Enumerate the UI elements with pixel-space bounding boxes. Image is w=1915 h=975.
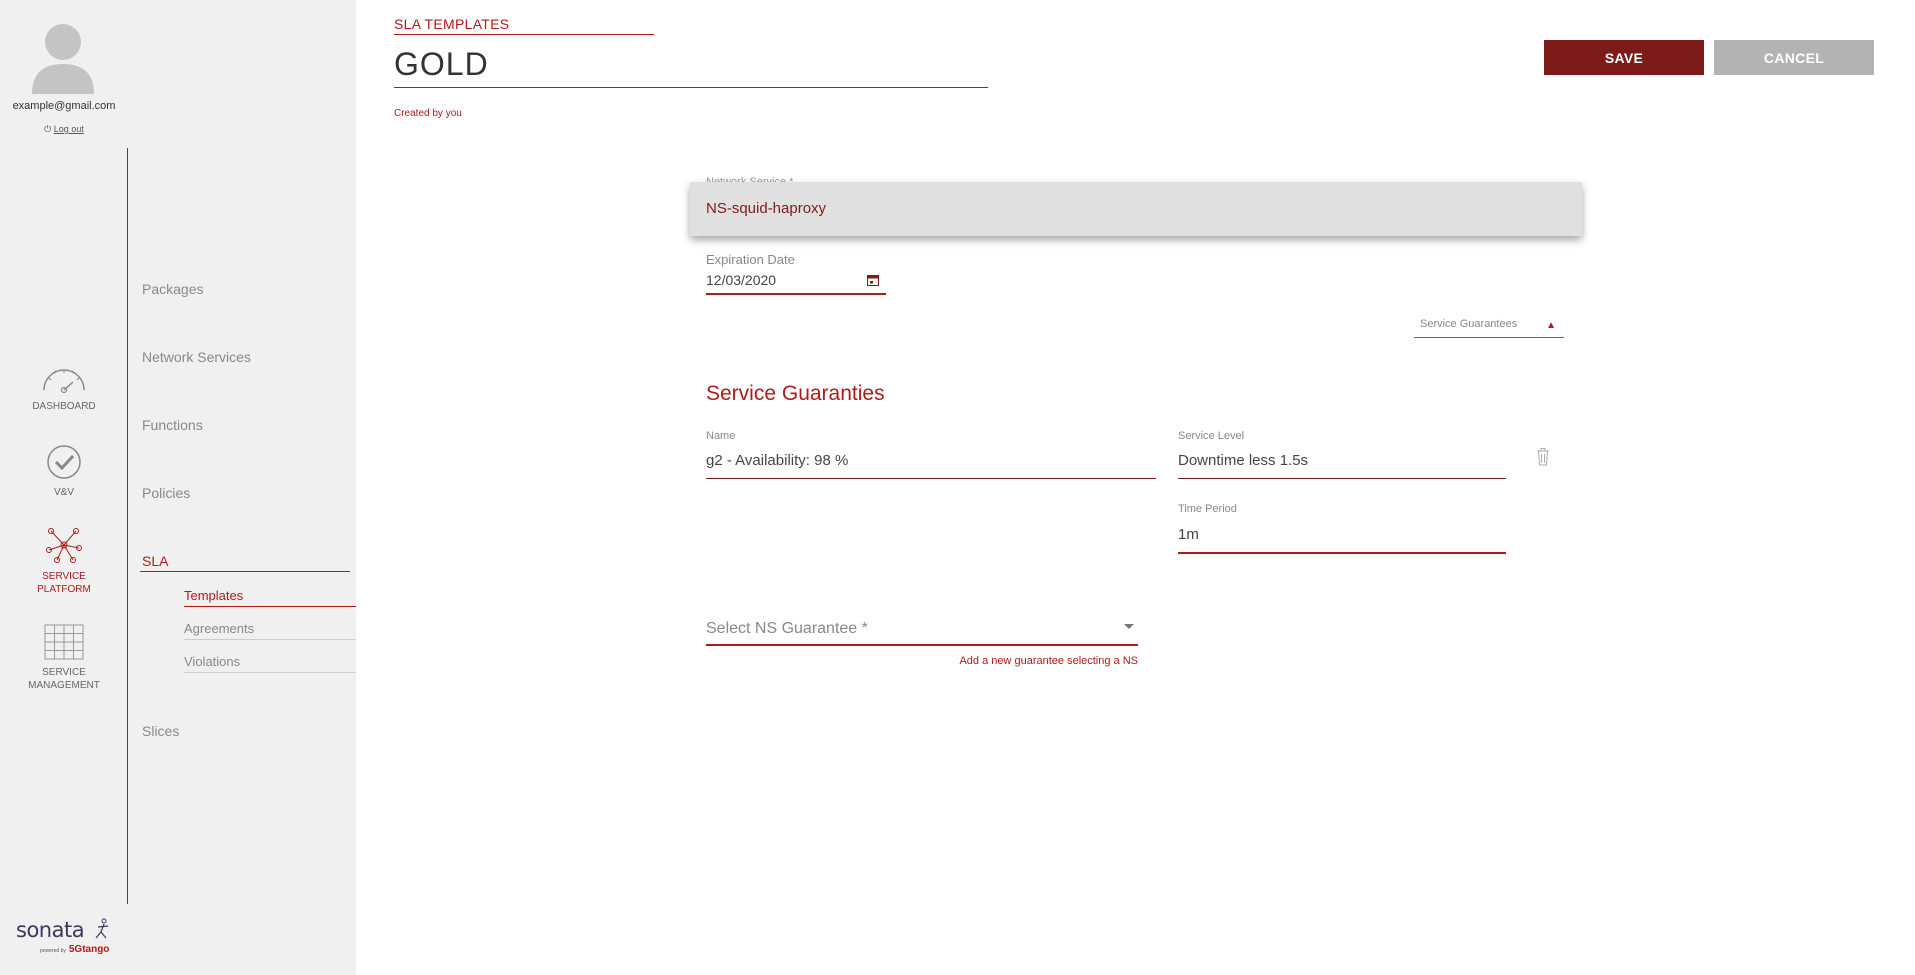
nav-service-management-label-1: SERVICE bbox=[42, 667, 86, 678]
menu-item-policies[interactable]: Policies bbox=[142, 485, 190, 501]
logout-link[interactable]: ⏻ Log out bbox=[0, 124, 128, 135]
menu-item-packages[interactable]: Packages bbox=[142, 281, 203, 297]
sonata-logo: sonata powered by 5Gtango bbox=[16, 918, 116, 960]
service-level-label: Service Level bbox=[1178, 430, 1245, 442]
service-level-underline bbox=[1178, 478, 1506, 479]
network-service-dropdown: NS-squid-haproxy bbox=[690, 182, 1582, 236]
nav-vv[interactable]: V&V bbox=[0, 444, 128, 499]
menu-sla-underline bbox=[140, 571, 350, 572]
menu-sidebar: Packages Network Services Functions Poli… bbox=[128, 0, 356, 975]
speedometer-icon bbox=[43, 369, 85, 394]
submenu-item-templates[interactable]: Templates bbox=[184, 588, 243, 603]
ns-guarantee-select[interactable]: Select NS Guarantee * bbox=[706, 618, 1138, 646]
section-title: Service Guaranties bbox=[706, 382, 885, 405]
save-button[interactable]: SAVE bbox=[1544, 40, 1704, 75]
menu-item-slices[interactable]: Slices bbox=[142, 723, 179, 739]
calendar-icon[interactable] bbox=[867, 274, 879, 286]
user-email: example@gmail.com bbox=[12, 100, 116, 112]
service-guarantees-select-label: Service Guarantees bbox=[1420, 318, 1518, 330]
network-hub-icon bbox=[46, 528, 82, 563]
logout-label: Log out bbox=[53, 124, 84, 134]
submenu-item-violations[interactable]: Violations bbox=[184, 654, 240, 669]
breadcrumb[interactable]: SLA TEMPLATES bbox=[394, 16, 654, 35]
submenu-divider bbox=[184, 639, 356, 640]
brand-subline: powered by 5Gtango bbox=[40, 944, 109, 955]
nav-service-platform-label-1: SERVICE bbox=[42, 571, 86, 582]
power-icon: ⏻ bbox=[44, 124, 52, 134]
nav-service-management-label-2: MANAGEMENT bbox=[28, 680, 100, 691]
menu-item-sla[interactable]: SLA bbox=[142, 553, 168, 569]
time-period-label: Time Period bbox=[1178, 503, 1237, 515]
time-period-input[interactable]: 1m bbox=[1178, 526, 1199, 543]
grid-icon bbox=[44, 624, 84, 660]
trash-icon[interactable] bbox=[1536, 448, 1550, 466]
page-title[interactable]: GOLD bbox=[394, 46, 988, 88]
expiration-date-input[interactable]: 12/03/2020 bbox=[706, 272, 776, 288]
created-by-text: Created by you bbox=[394, 108, 462, 119]
nav-dashboard[interactable]: DASHBOARD bbox=[0, 364, 128, 413]
guarantee-name-input[interactable]: g2 - Availability: 98 % bbox=[706, 452, 848, 469]
expiration-date-underline bbox=[706, 293, 886, 295]
time-period-underline bbox=[1178, 552, 1506, 554]
submenu-divider bbox=[184, 672, 356, 673]
brand-partner: 5Gtango bbox=[68, 944, 110, 955]
submenu-templates-underline bbox=[184, 606, 356, 607]
triangle-up-icon: ▲ bbox=[1546, 320, 1556, 331]
guarantee-name-underline bbox=[706, 478, 1156, 479]
service-guarantees-select[interactable]: Service Guarantees ▲ bbox=[1414, 318, 1564, 338]
check-circle-icon bbox=[47, 445, 81, 479]
nav-dashboard-label: DASHBOARD bbox=[32, 401, 96, 412]
nav-service-management[interactable]: SERVICE MANAGEMENT bbox=[0, 624, 128, 692]
icon-sidebar: example@gmail.com ⏻ Log out DASHBOARD V&… bbox=[0, 0, 129, 975]
main-content: SLA TEMPLATES GOLD Created by you SAVE C… bbox=[356, 0, 1915, 975]
guarantee-name-label: Name bbox=[706, 430, 736, 442]
expiration-date-label: Expiration Date bbox=[706, 252, 795, 267]
ns-guarantee-hint: Add a new guarantee selecting a NS bbox=[959, 655, 1138, 667]
avatar-icon[interactable] bbox=[30, 20, 96, 94]
ns-guarantee-placeholder: Select NS Guarantee * bbox=[706, 620, 868, 637]
nav-vv-label: V&V bbox=[53, 487, 74, 498]
brand-powered-by: powered by bbox=[40, 948, 66, 954]
submenu-item-agreements[interactable]: Agreements bbox=[184, 621, 254, 636]
nav-service-platform[interactable]: SERVICE PLATFORM bbox=[0, 526, 128, 596]
menu-item-functions[interactable]: Functions bbox=[142, 417, 203, 433]
dropdown-option-ns[interactable]: NS-squid-haproxy bbox=[706, 200, 826, 217]
brand-name: sonata bbox=[16, 918, 85, 942]
dancer-icon bbox=[95, 918, 109, 939]
cancel-button[interactable]: CANCEL bbox=[1714, 40, 1874, 75]
menu-item-network-services[interactable]: Network Services bbox=[142, 349, 251, 365]
service-level-input[interactable]: Downtime less 1.5s bbox=[1178, 452, 1308, 469]
nav-service-platform-label-2: PLATFORM bbox=[37, 584, 91, 595]
caret-down-icon bbox=[1124, 624, 1134, 629]
